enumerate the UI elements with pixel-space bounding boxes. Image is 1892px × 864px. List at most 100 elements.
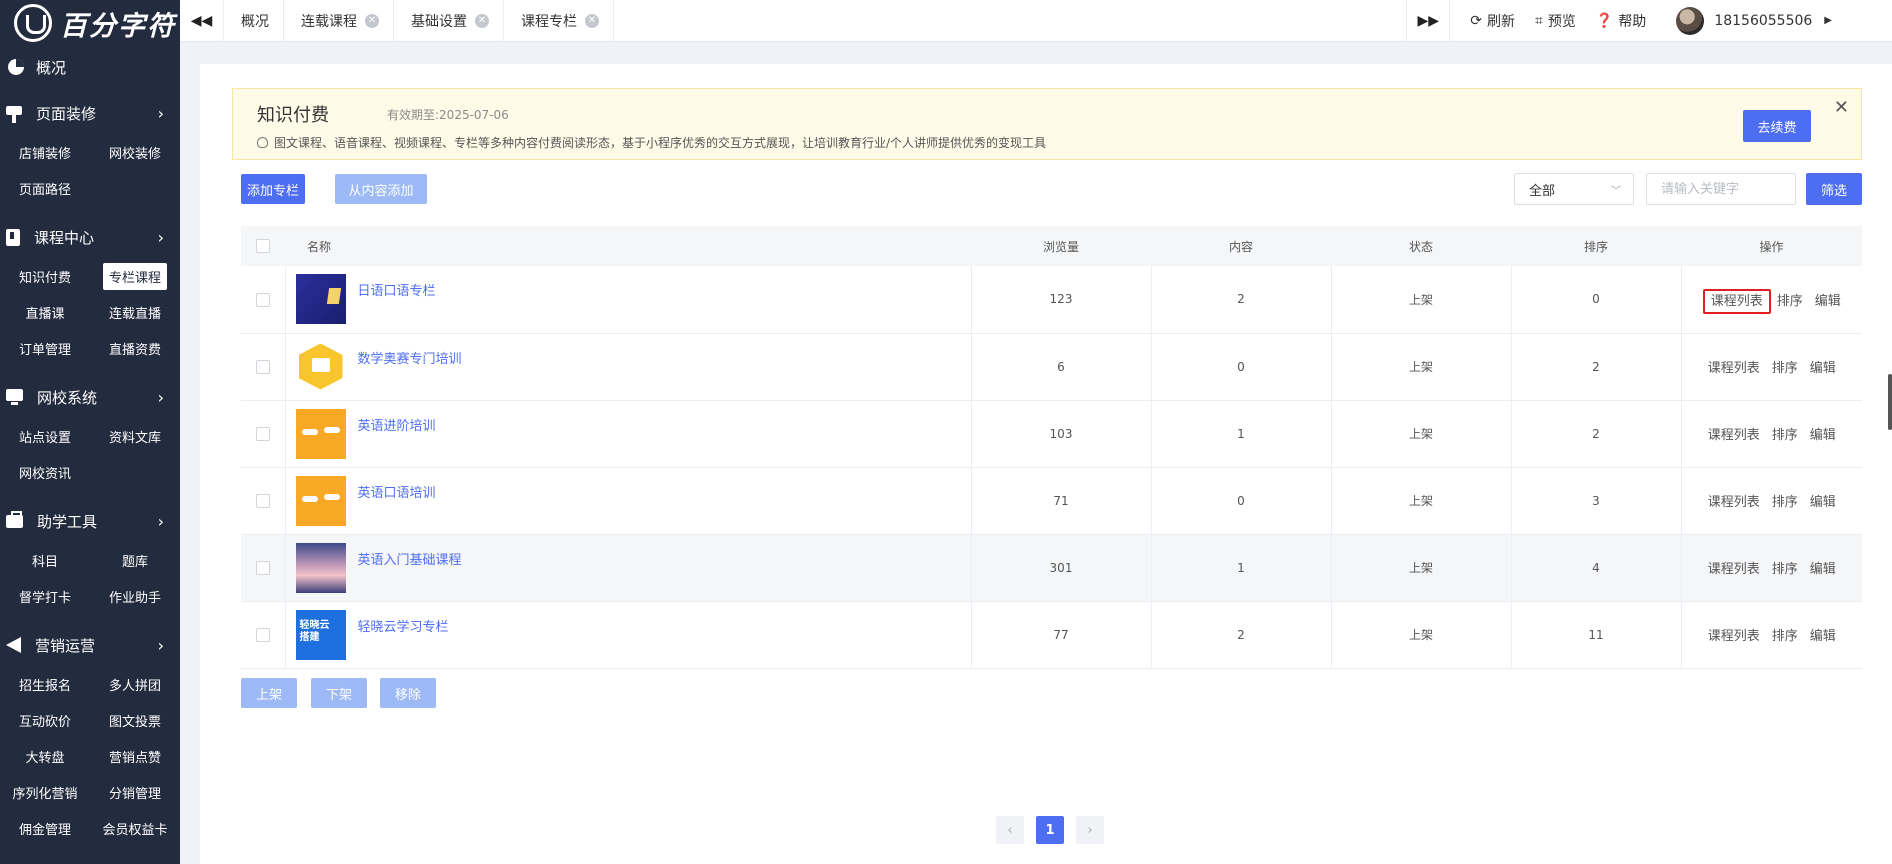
sidebar-item-sequence[interactable]: 序列化营销 bbox=[0, 774, 90, 810]
sidebar-group-marketing[interactable]: 营销运营 › bbox=[0, 624, 180, 666]
sidebar-item-like[interactable]: 营销点赞 bbox=[90, 738, 180, 774]
sort-link[interactable]: 排序 bbox=[1772, 361, 1798, 376]
sidebar-group-decoration[interactable]: 页面装修 › bbox=[0, 92, 180, 134]
course-list-link[interactable]: 课程列表 bbox=[1708, 361, 1760, 376]
sidebar-item-serial-live[interactable]: 连载直播 bbox=[90, 294, 180, 330]
select-all-checkbox[interactable] bbox=[256, 239, 270, 254]
sort-link[interactable]: 排序 bbox=[1772, 629, 1798, 644]
sidebar-item-site-settings[interactable]: 站点设置 bbox=[0, 418, 90, 454]
tabs-prev-button[interactable]: ◀◀ bbox=[180, 0, 224, 42]
course-thumbnail[interactable] bbox=[295, 475, 346, 526]
sidebar-item-bargain[interactable]: 互动砍价 bbox=[0, 702, 90, 738]
course-list-link[interactable]: 课程列表 bbox=[1708, 428, 1760, 443]
sidebar-item-enrollment[interactable]: 招生报名 bbox=[0, 666, 90, 702]
sidebar-item-library[interactable]: 资料文库 bbox=[90, 418, 180, 454]
course-name-link[interactable]: 轻晓云学习专栏 bbox=[358, 616, 449, 635]
course-thumbnail[interactable] bbox=[295, 408, 346, 459]
sidebar-group-study-tools[interactable]: 助学工具 › bbox=[0, 500, 180, 542]
close-icon[interactable]: ✕ bbox=[475, 13, 489, 28]
tab-serial-course[interactable]: 连载课程 ✕ bbox=[284, 0, 394, 42]
sort-link[interactable]: 排序 bbox=[1772, 495, 1798, 510]
course-thumbnail[interactable] bbox=[295, 274, 346, 325]
user-phone[interactable]: 18156055506 bbox=[1714, 13, 1812, 29]
sidebar-item-homework[interactable]: 作业助手 bbox=[90, 578, 180, 614]
sidebar-item-member-card[interactable]: 会员权益卡 bbox=[90, 810, 180, 846]
sidebar-item-knowledge-pay[interactable]: 知识付费 bbox=[0, 258, 90, 294]
course-list-link[interactable]: 课程列表 bbox=[1708, 495, 1760, 510]
close-icon[interactable]: ✕ bbox=[585, 13, 599, 28]
tab-basic-settings[interactable]: 基础设置 ✕ bbox=[394, 0, 504, 42]
sidebar-item-live-fee[interactable]: 直播资费 bbox=[90, 330, 180, 366]
edit-link[interactable]: 编辑 bbox=[1810, 629, 1836, 644]
sort-link[interactable]: 排序 bbox=[1772, 562, 1798, 577]
page-next-button[interactable]: › bbox=[1076, 816, 1104, 844]
course-list-link[interactable]: 课程列表 bbox=[1702, 288, 1771, 314]
sidebar-item-school-news[interactable]: 网校资讯 bbox=[0, 454, 90, 490]
course-thumbnail[interactable] bbox=[295, 542, 346, 593]
sidebar-item-check-in[interactable]: 督学打卡 bbox=[0, 578, 90, 614]
course-name-link[interactable]: 数学奥赛专门培训 bbox=[358, 348, 462, 367]
sidebar-item-distribution[interactable]: 分销管理 bbox=[90, 774, 180, 810]
sidebar-item-shop-decoration[interactable]: 店铺装修 bbox=[0, 134, 90, 170]
sidebar-item-overview[interactable]: 概况 bbox=[0, 46, 180, 88]
course-list-link[interactable]: 课程列表 bbox=[1708, 562, 1760, 577]
filter-button[interactable]: 筛选 bbox=[1806, 173, 1862, 205]
sidebar-item-live-course[interactable]: 直播课 bbox=[0, 294, 90, 330]
sidebar-item-orders[interactable]: 订单管理 bbox=[0, 330, 90, 366]
page-current[interactable]: 1 bbox=[1036, 816, 1064, 844]
page-prev-button[interactable]: ‹ bbox=[996, 816, 1024, 844]
sidebar-group-school-system[interactable]: 网校系统 › bbox=[0, 376, 180, 418]
table-row: 轻晓云 搭建 轻晓云学习专栏 77 2 上架 11 课程列表 排序 编辑 bbox=[241, 601, 1862, 669]
course-name-link[interactable]: 英语进阶培训 bbox=[358, 415, 436, 434]
sidebar-item-wheel[interactable]: 大转盘 bbox=[0, 738, 90, 774]
caret-right-icon[interactable]: ▶ bbox=[1824, 15, 1832, 26]
sidebar-item-commission[interactable]: 佣金管理 bbox=[0, 810, 90, 846]
row-checkbox[interactable] bbox=[255, 560, 270, 575]
header-views: 浏览量 bbox=[971, 226, 1151, 266]
tabs-next-button[interactable]: ▶▶ bbox=[1406, 0, 1451, 42]
course-name-link[interactable]: 英语入门基础课程 bbox=[358, 549, 462, 568]
remove-button[interactable]: 移除 bbox=[380, 678, 436, 708]
sidebar-item-column-course[interactable]: 专栏课程 bbox=[90, 258, 180, 294]
sidebar-item-school-decoration[interactable]: 网校装修 bbox=[90, 134, 180, 170]
on-shelf-button[interactable]: 上架 bbox=[241, 678, 297, 708]
course-name-link[interactable]: 日语口语专栏 bbox=[358, 280, 436, 299]
sidebar-item-page-path[interactable]: 页面路径 bbox=[0, 170, 90, 206]
sort-link[interactable]: 排序 bbox=[1777, 294, 1803, 309]
search-input[interactable] bbox=[1646, 173, 1796, 205]
preview-button[interactable]: ⌗ 预览 bbox=[1535, 11, 1576, 31]
course-thumbnail[interactable]: 轻晓云 搭建 bbox=[295, 609, 346, 660]
course-thumbnail[interactable] bbox=[295, 341, 346, 392]
sidebar-group-course-center[interactable]: 课程中心 › bbox=[0, 216, 180, 258]
sidebar-item-subjects[interactable]: 科目 bbox=[0, 542, 90, 578]
edit-link[interactable]: 编辑 bbox=[1815, 294, 1841, 309]
tab-overview[interactable]: 概况 bbox=[224, 0, 284, 42]
edit-link[interactable]: 编辑 bbox=[1810, 361, 1836, 376]
help-button[interactable]: ❓ 帮助 bbox=[1596, 11, 1646, 31]
close-icon[interactable]: ✕ bbox=[1834, 97, 1849, 118]
add-column-button[interactable]: 添加专栏 bbox=[241, 174, 305, 204]
sidebar-item-group-buy[interactable]: 多人拼团 bbox=[90, 666, 180, 702]
off-shelf-button[interactable]: 下架 bbox=[311, 678, 367, 708]
row-checkbox[interactable] bbox=[255, 292, 270, 307]
close-icon[interactable]: ✕ bbox=[365, 13, 379, 28]
row-checkbox[interactable] bbox=[255, 627, 270, 642]
scrollbar-thumb[interactable] bbox=[1888, 374, 1892, 430]
renew-button[interactable]: 去续费 bbox=[1743, 110, 1811, 142]
edit-link[interactable]: 编辑 bbox=[1810, 495, 1836, 510]
row-checkbox[interactable] bbox=[255, 359, 270, 374]
filter-select[interactable]: 全部 ﹀ bbox=[1514, 173, 1634, 205]
add-from-content-button[interactable]: 从内容添加 bbox=[335, 174, 427, 204]
edit-link[interactable]: 编辑 bbox=[1810, 562, 1836, 577]
tab-course-column[interactable]: 课程专栏 ✕ bbox=[504, 0, 614, 42]
sidebar-item-question-bank[interactable]: 题库 bbox=[90, 542, 180, 578]
avatar[interactable] bbox=[1676, 6, 1705, 35]
sidebar-item-vote[interactable]: 图文投票 bbox=[90, 702, 180, 738]
refresh-button[interactable]: ⟳ 刷新 bbox=[1470, 11, 1515, 31]
row-checkbox[interactable] bbox=[255, 426, 270, 441]
edit-link[interactable]: 编辑 bbox=[1810, 428, 1836, 443]
course-name-link[interactable]: 英语口语培训 bbox=[358, 482, 436, 501]
row-checkbox[interactable] bbox=[255, 493, 270, 508]
sort-link[interactable]: 排序 bbox=[1772, 428, 1798, 443]
course-list-link[interactable]: 课程列表 bbox=[1708, 629, 1760, 644]
